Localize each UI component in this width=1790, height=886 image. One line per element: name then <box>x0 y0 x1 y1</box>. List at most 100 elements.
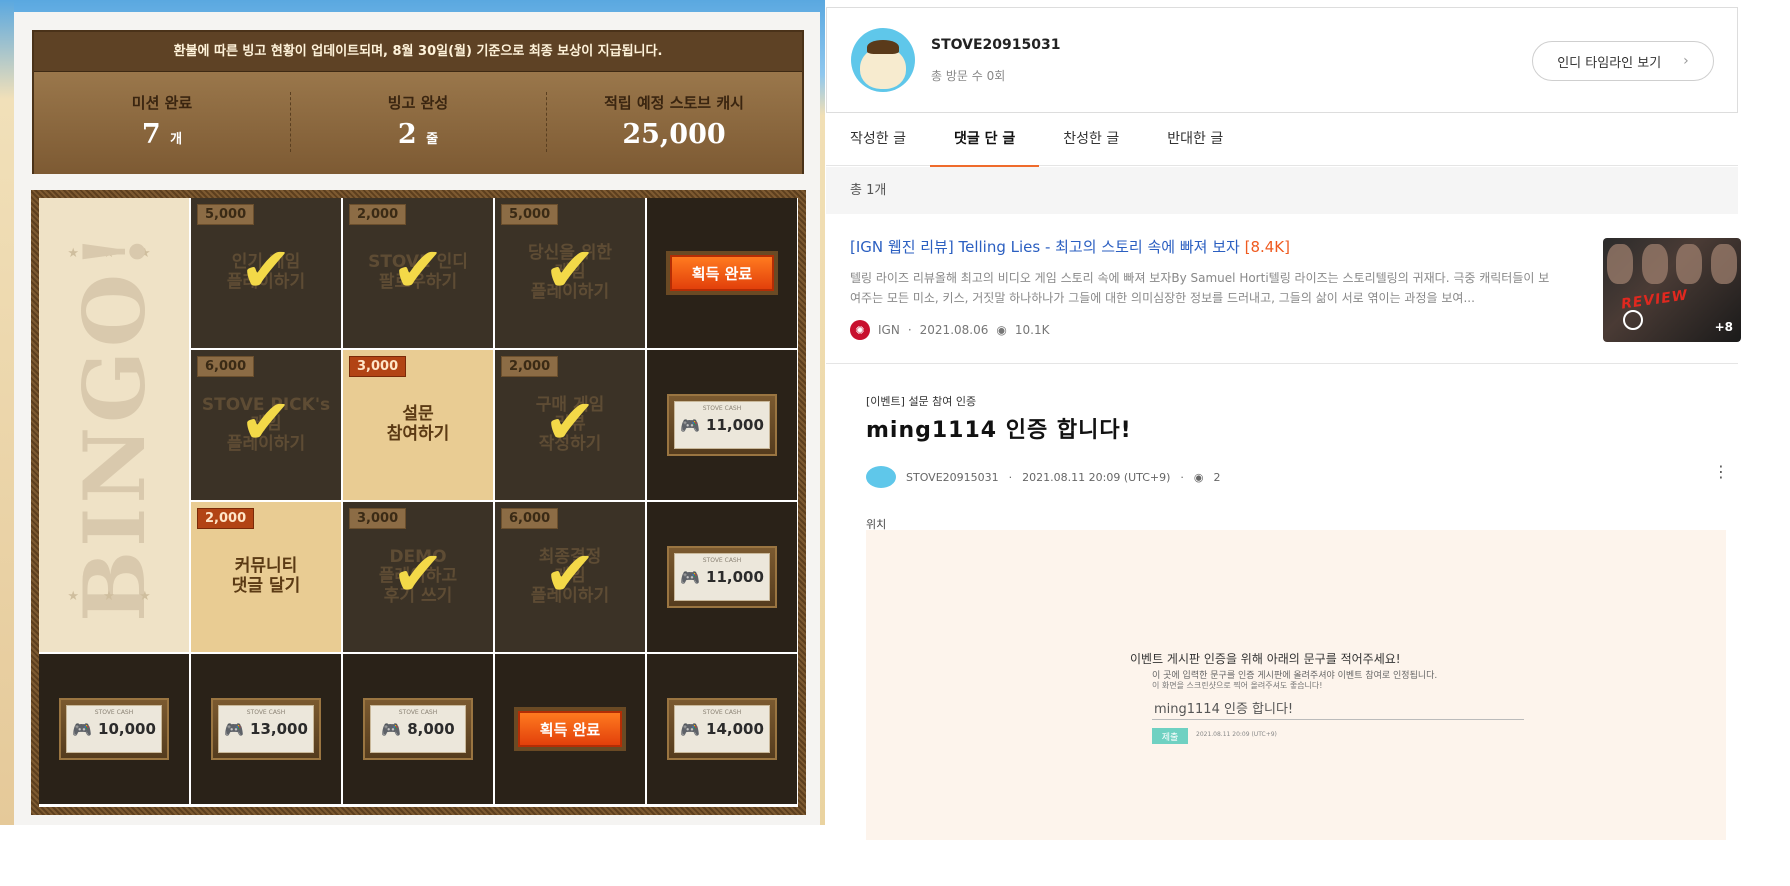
mission-cell[interactable]: 2,000 커뮤니티 댓글 달기 <box>191 502 341 652</box>
cash-ticket-face: STOVE CASH 🎮 8,000 <box>370 705 466 753</box>
indie-timeline-label: 인디 타임라인 보기 <box>1557 55 1662 71</box>
post-source: IGN <box>878 323 900 337</box>
gamepad-icon: 🎮 <box>72 719 93 739</box>
meta-separator: · <box>1180 470 1184 484</box>
tab-downvoted-posts[interactable]: 반대한 글 <box>1143 113 1247 166</box>
claimed-button[interactable]: 획득 완료 <box>670 255 774 291</box>
cash-amount: 10,000 <box>98 720 156 738</box>
claimed-button[interactable]: 획득 완료 <box>518 711 622 747</box>
post-views: 10.1K <box>1014 323 1050 337</box>
stat-value: 2 줄 <box>397 119 439 150</box>
reward-cell: 획득 완료 <box>647 198 797 348</box>
beach-strip <box>0 0 14 825</box>
profile-card: STOVE20915031 총 방문 수 0회 인디 타임라인 보기 › <box>826 7 1738 113</box>
profile-name: STOVE20915031 <box>931 37 1061 53</box>
bingo-notice: 환불에 따른 빙고 현황이 업데이트되며, 8월 30일(월) 기준으로 최종 … <box>34 32 802 72</box>
bingo-side-label: ★ ★ ★ BINGO! ★ ★ ★ <box>39 198 189 652</box>
mission-cell[interactable]: 6,000 최종결정 게임 플레이하기 ✔ <box>495 502 645 652</box>
avatar[interactable] <box>851 28 915 92</box>
checkmark-icon: ✔ <box>544 233 596 306</box>
tab-upvoted-posts[interactable]: 찬성한 글 <box>1039 113 1143 166</box>
cash-amount: 11,000 <box>706 568 764 586</box>
ign-logo-icon: ✺ <box>850 320 870 340</box>
reward-cell: STOVE CASH 🎮 11,000 <box>647 350 797 500</box>
embed-datetime: 2021.08.11 20:09 (UTC+9) <box>1022 470 1171 484</box>
mission-cell[interactable]: 6,000 STOVE PICK's 게임 플레이하기 ✔ <box>191 350 341 500</box>
cash-ticket: STOVE CASH 🎮 10,000 <box>59 698 169 760</box>
form-hint: 2021.08.11 20:09 (UTC+9) <box>1196 731 1277 738</box>
form-subtext: 이 화면을 스크린샷으로 찍어 올려주셔도 좋습니다! <box>1152 681 1323 690</box>
cash-label: STOVE CASH <box>702 557 742 564</box>
post-excerpt: 텔링 라이즈 리뷰올해 최고의 비디오 게임 스토리 속에 빠져 보자By Sa… <box>850 271 1550 305</box>
mission-cell[interactable]: 5,000 인기 게임 플레이하기 ✔ <box>191 198 341 348</box>
profile-area: STOVE20915031 총 방문 수 0회 인디 타임라인 보기 › 작성한… <box>826 0 1790 886</box>
mission-cell[interactable]: 2,000 구매 게임 리뷰 작성하기 ✔ <box>495 350 645 500</box>
bingo-summary: 환불에 따른 빙고 현황이 업데이트되며, 8월 30일(월) 기준으로 최종 … <box>32 30 804 174</box>
stars-decoration: ★ ★ ★ <box>67 589 161 604</box>
mission-points: 3,000 <box>349 508 407 529</box>
bingo-grid: ★ ★ ★ BINGO! ★ ★ ★ 5,000 인기 게임 플레이하기 ✔ 2… <box>39 198 798 807</box>
mission-points: 6,000 <box>501 508 559 529</box>
embed-author: STOVE20915031 <box>906 470 999 484</box>
embed-category: [이벤트] 설문 참여 인증 <box>866 395 977 408</box>
face <box>1607 244 1634 284</box>
mission-cell[interactable]: 3,000 설문 참여하기 <box>343 350 493 500</box>
chevron-right-icon: › <box>1683 53 1689 69</box>
cash-amount: 8,000 <box>407 720 455 738</box>
tab-commented-posts[interactable]: 댓글 단 글 <box>929 113 1040 167</box>
mission-points: 5,000 <box>501 204 559 225</box>
mission-points: 2,000 <box>501 356 559 377</box>
stat-bingo-lines: 빙고 완성 2 줄 <box>290 72 546 174</box>
mission-cell[interactable]: 3,000 DEMO 플레이하고 후기 쓰기 ✔ <box>343 502 493 652</box>
post-date: 2021.08.06 <box>919 323 989 337</box>
reward-cell: STOVE CASH 🎮 10,000 <box>39 654 189 804</box>
cash-ticket: STOVE CASH 🎮 11,000 <box>667 546 777 608</box>
cash-ticket-face: STOVE CASH 🎮 11,000 <box>674 553 770 601</box>
cash-ticket: STOVE CASH 🎮 8,000 <box>363 698 473 760</box>
mission-cell[interactable]: 5,000 당신을 위한 게임 플레이하기 ✔ <box>495 198 645 348</box>
bingo-board: ★ ★ ★ BINGO! ★ ★ ★ 5,000 인기 게임 플레이하기 ✔ 2… <box>31 190 806 815</box>
checkmark-icon: ✔ <box>544 537 596 610</box>
mission-points: 2,000 <box>349 204 407 225</box>
eye-icon: ◉ <box>1193 470 1204 484</box>
cash-ticket-face: STOVE CASH 🎮 14,000 <box>674 705 770 753</box>
mission-cell[interactable]: 2,000 STOVE 인디 팔로우하기 ✔ <box>343 198 493 348</box>
mission-points: 2,000 <box>197 508 255 529</box>
stat-cash: 적립 예정 스토브 캐시 25,000 <box>546 72 802 174</box>
gamepad-icon: 🎮 <box>680 567 701 587</box>
indie-timeline-button[interactable]: 인디 타임라인 보기 › <box>1532 41 1714 81</box>
screen: 환불에 따른 빙고 현황이 업데이트되며, 8월 30일(월) 기준으로 최종 … <box>0 0 1790 886</box>
play-icon <box>1623 310 1643 330</box>
mission-points: 5,000 <box>197 204 255 225</box>
mission-text: 설문 참여하기 <box>386 404 450 444</box>
post-title[interactable]: [IGN 웹진 리뷰] Telling Lies - 최고의 스토리 속에 빠져… <box>850 236 1290 257</box>
checkmark-icon: ✔ <box>240 385 292 458</box>
cash-amount: 14,000 <box>706 720 764 738</box>
cash-label: STOVE CASH <box>94 709 134 716</box>
bingo-title: BINGO! <box>64 228 164 622</box>
checkmark-icon: ✔ <box>240 233 292 306</box>
avatar-hair <box>867 40 899 54</box>
stat-value: 25,000 <box>622 119 726 150</box>
cash-label: STOVE CASH <box>246 709 286 716</box>
reward-cell: STOVE CASH 🎮 13,000 <box>191 654 341 804</box>
embed-views: 2 <box>1213 470 1221 484</box>
post-thumbnail[interactable]: REVIEW +8 <box>1603 238 1741 342</box>
cash-amount: 13,000 <box>250 720 308 738</box>
thumbnail-review-text: REVIEW <box>1620 287 1690 313</box>
cash-ticket: STOVE CASH 🎮 13,000 <box>211 698 321 760</box>
avatar <box>866 466 896 488</box>
cash-ticket-face: STOVE CASH 🎮 10,000 <box>66 705 162 753</box>
avatar-face <box>860 40 906 89</box>
embed-content-box: 이벤트 게시판 인증을 위해 아래의 문구를 적어주세요! 이 곳에 입력한 문… <box>866 530 1726 840</box>
embedded-screenshot: [이벤트] 설문 참여 인증 ming1114 인증 합니다! STOVE209… <box>826 370 1738 850</box>
cash-ticket: STOVE CASH 🎮 14,000 <box>667 698 777 760</box>
tab-written-posts[interactable]: 작성한 글 <box>826 113 930 166</box>
mission-points: 3,000 <box>349 356 407 377</box>
mission-text: 커뮤니티 댓글 달기 <box>231 556 301 596</box>
more-options-icon[interactable]: ⋮ <box>1713 462 1729 481</box>
face <box>1641 244 1668 284</box>
post-item[interactable]: [IGN 웹진 리뷰] Telling Lies - 최고의 스토리 속에 빠져… <box>826 214 1741 364</box>
post-meta: ✺ IGN · 2021.08.06 ◉ 10.1K <box>850 320 1049 340</box>
thumbnail-faces <box>1603 244 1741 284</box>
